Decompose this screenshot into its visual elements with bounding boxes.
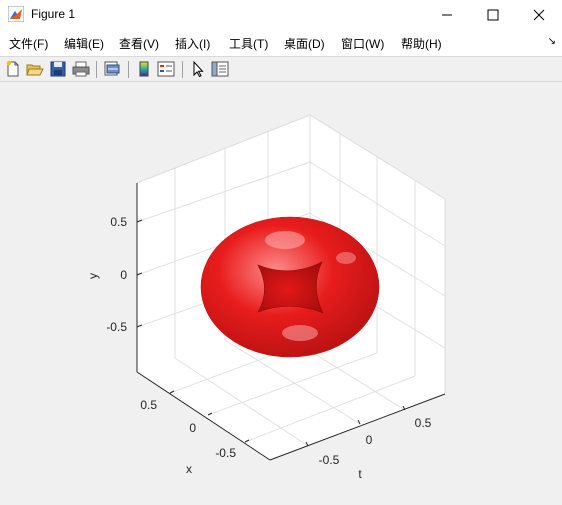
legend-icon[interactable] [157, 60, 175, 78]
menu-file[interactable]: 文件(F) [9, 35, 48, 52]
toolbar-separator [182, 61, 183, 78]
figure-toolbar [0, 56, 562, 82]
y-tick: -0.5 [106, 320, 127, 334]
axes-3d[interactable]: 0.5 0 -0.5 y 0.5 0 -0.5 x 0.5 0 -0.5 t [0, 83, 562, 505]
print-preview-icon[interactable] [103, 60, 121, 78]
menu-bar: 文件(F) 编辑(E) 查看(V) 插入(I) 工具(T) 桌面(D) 窗口(W… [0, 30, 562, 56]
menu-desktop[interactable]: 桌面(D) [284, 35, 325, 52]
x-tick: 0 [189, 421, 196, 435]
y-tick: 0 [120, 268, 127, 282]
menu-view[interactable]: 查看(V) [119, 35, 159, 52]
figure-canvas[interactable]: 0.5 0 -0.5 y 0.5 0 -0.5 x 0.5 0 -0.5 t [0, 83, 562, 505]
menu-dock-arrow-icon[interactable]: ↘ [548, 36, 556, 47]
figure-window: Figure 1 文件(F) 编辑(E) 查看(V) 插入(I) 工具(T) 桌… [0, 0, 562, 505]
t-tick: -0.5 [319, 453, 340, 467]
save-icon[interactable] [49, 60, 67, 78]
window-title: Figure 1 [31, 7, 76, 21]
colorbar-icon[interactable] [135, 60, 153, 78]
title-bar: Figure 1 [0, 0, 562, 30]
print-icon[interactable] [72, 60, 90, 78]
close-button[interactable] [516, 0, 562, 30]
highlight-right [336, 252, 356, 264]
new-figure-icon[interactable] [4, 60, 22, 78]
y-tick-labels: 0.5 0 -0.5 [106, 215, 127, 334]
open-file-icon[interactable] [26, 60, 44, 78]
t-axis-label: t [358, 467, 362, 481]
maximize-button[interactable] [470, 0, 516, 30]
t-tick: 0.5 [415, 416, 432, 430]
property-inspector-icon[interactable] [211, 60, 229, 78]
menu-help[interactable]: 帮助(H) [401, 35, 442, 52]
menu-edit[interactable]: 编辑(E) [64, 35, 104, 52]
highlight-bottom [282, 325, 318, 341]
toolbar-separator [128, 61, 129, 78]
menu-window[interactable]: 窗口(W) [341, 35, 384, 52]
menu-tools[interactable]: 工具(T) [229, 35, 268, 52]
y-axis-label: y [86, 273, 100, 279]
x-tick: -0.5 [215, 446, 236, 460]
toolbar-separator [96, 61, 97, 78]
x-tick: 0.5 [140, 398, 157, 412]
minimize-button[interactable] [424, 0, 470, 30]
pointer-icon[interactable] [189, 60, 207, 78]
x-axis-label: x [186, 462, 192, 476]
t-tick: 0 [366, 433, 373, 447]
highlight-top [265, 231, 305, 249]
menu-insert[interactable]: 插入(I) [175, 35, 210, 52]
y-tick: 0.5 [110, 215, 127, 229]
surface-plot[interactable] [200, 216, 380, 358]
matlab-icon [7, 5, 25, 23]
